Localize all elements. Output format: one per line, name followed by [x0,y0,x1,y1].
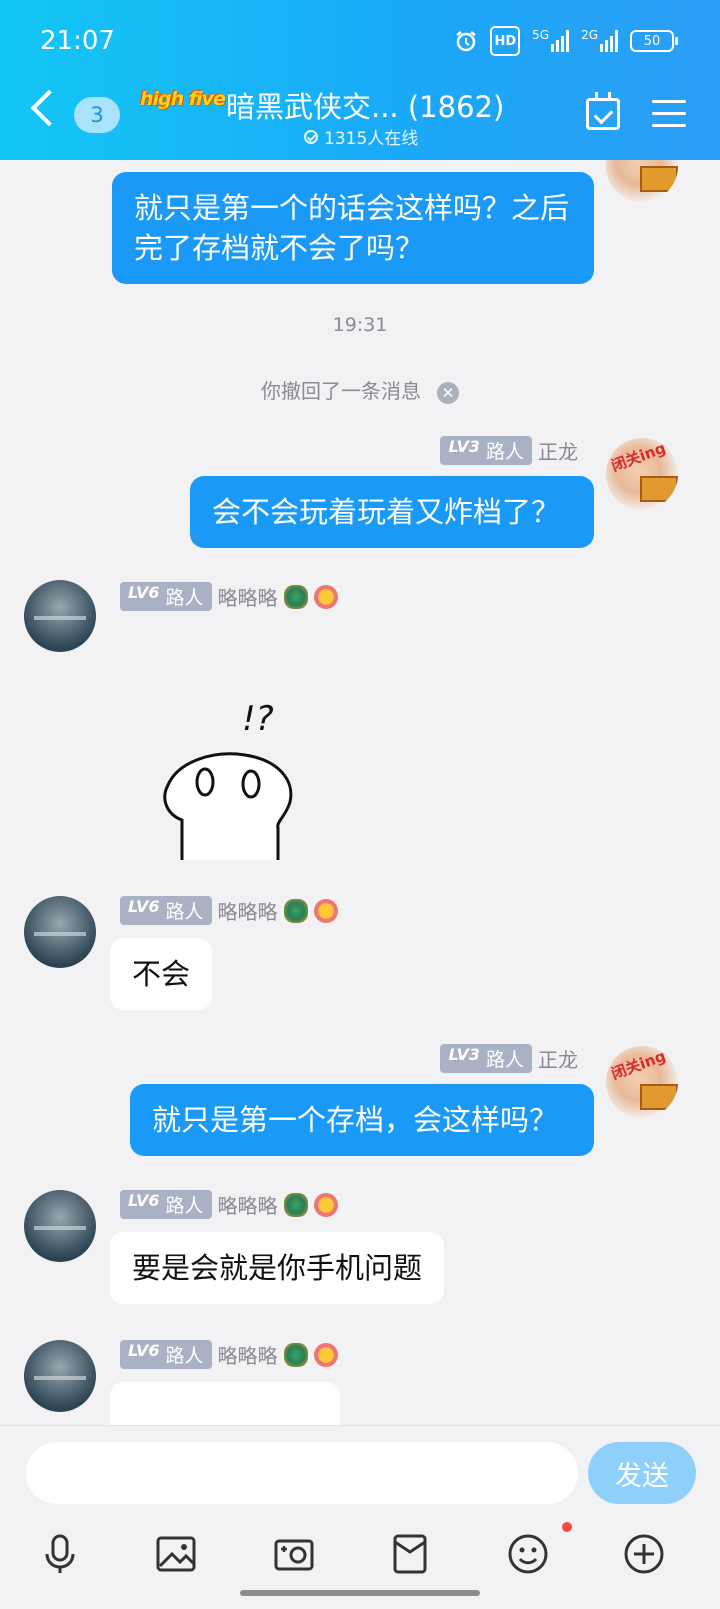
message-input[interactable] [26,1442,578,1504]
avatar[interactable] [24,896,96,968]
alarm-icon [454,28,478,54]
level-badge: LV6 路人 [120,1340,212,1369]
notification-dot [562,1522,572,1532]
timestamp: 19:31 [332,314,388,336]
message-bubble[interactable]: 就只是第一个的话会这样吗？之后完了存档就不会了吗？ [112,172,594,284]
status-time: 21:07 [40,26,115,56]
sender-meta: LV3 路人 正龙 [440,436,578,465]
sender-meta: LV6 路人 略略略 [120,1340,338,1369]
message-bubble[interactable]: 就只是第一个存档，会这样吗？ [130,1084,594,1156]
online-text: 1315人在线 [324,129,419,149]
plus-icon[interactable] [622,1532,666,1576]
chevron-left-icon[interactable] [30,89,68,127]
input-bar: 发送 [0,1425,720,1609]
chat-header: 21:07 HD 5G 2G 50 3 high five 暗黑武侠交... (… [0,0,720,160]
group-logo: high five [140,88,226,110]
close-icon[interactable]: ✕ [437,381,459,404]
battery-icon: 50 [630,30,678,52]
message-list[interactable]: 就只是第一个的话会这样吗？之后完了存档就不会了吗？ 19:31 你撤回了一条消息… [0,160,720,1425]
level-badge: LV6 路人 [120,582,212,611]
flower-badge-icon [313,1192,338,1217]
status-icons: HD 5G 2G 50 [454,26,678,56]
send-button[interactable]: 发送 [588,1442,696,1504]
flower-badge-icon [313,584,338,609]
message-bubble[interactable]: 不会 [110,938,213,1010]
home-indicator[interactable] [240,1590,480,1596]
calendar-check-icon[interactable] [586,92,620,130]
online-count: 1315人在线 [304,124,418,149]
flower-badge-icon [313,1342,338,1367]
level-badge: LV6 路人 [120,1190,212,1219]
dragon-badge-icon [283,1342,308,1367]
image-icon[interactable] [154,1532,198,1576]
sender-meta: LV3 路人 正龙 [440,1044,578,1073]
unread-count-badge[interactable]: 3 [74,97,120,133]
level-badge: LV3 路人 [440,1044,532,1073]
group-title[interactable]: 暗黑武侠交... (1862) [226,84,504,126]
avatar[interactable] [24,580,96,652]
sender-meta: LV6 路人 略略略 [120,1190,338,1219]
sender-name[interactable]: 略略略 [218,896,278,925]
avatar[interactable] [606,160,678,202]
avatar[interactable] [24,1340,96,1412]
revoke-notice: 你撤回了一条消息 ✕ [0,375,720,404]
sender-name[interactable]: 正龙 [538,1044,578,1073]
sticker-image[interactable]: !? [150,690,310,870]
dragon-badge-icon [283,584,308,609]
level-badge: LV6 路人 [120,896,212,925]
signal-2g: 2G [581,28,618,54]
emoji-icon[interactable] [506,1532,550,1576]
sender-meta: LV6 路人 略略略 [120,582,338,611]
message-bubble[interactable]: 要是会就是你手机问题 [110,1232,445,1304]
hd-icon: HD [490,26,521,56]
sticker-caption: !? [242,699,274,739]
sender-name[interactable]: 略略略 [218,582,278,611]
dragon-badge-icon [283,898,308,923]
message-bubble[interactable]: 会不会玩着玩着又炸档了？ [190,476,594,548]
menu-icon[interactable] [652,100,686,136]
red-packet-icon[interactable] [388,1532,432,1576]
signal-5g: 5G [532,28,570,54]
dragon-badge-icon [283,1192,308,1217]
avatar-tag: 闭关ing [608,438,669,476]
camera-icon[interactable] [272,1532,316,1576]
online-check-icon [304,129,318,144]
microphone-icon[interactable] [38,1532,82,1576]
sender-name[interactable]: 略略略 [218,1190,278,1219]
avatar[interactable]: 闭关ing [606,1046,678,1118]
avatar[interactable] [24,1190,96,1262]
revoke-text: 你撤回了一条消息 [261,379,421,403]
sender-name[interactable]: 正龙 [538,436,578,465]
level-badge: LV3 路人 [440,436,532,465]
sender-meta: LV6 路人 略略略 [120,896,338,925]
sender-name[interactable]: 略略略 [218,1340,278,1369]
avatar-tag: 闭关ing [608,1046,669,1084]
avatar[interactable]: 闭关ing [606,438,678,510]
input-toolbar [0,1522,720,1592]
flower-badge-icon [313,898,338,923]
message-bubble[interactable] [110,1382,340,1425]
